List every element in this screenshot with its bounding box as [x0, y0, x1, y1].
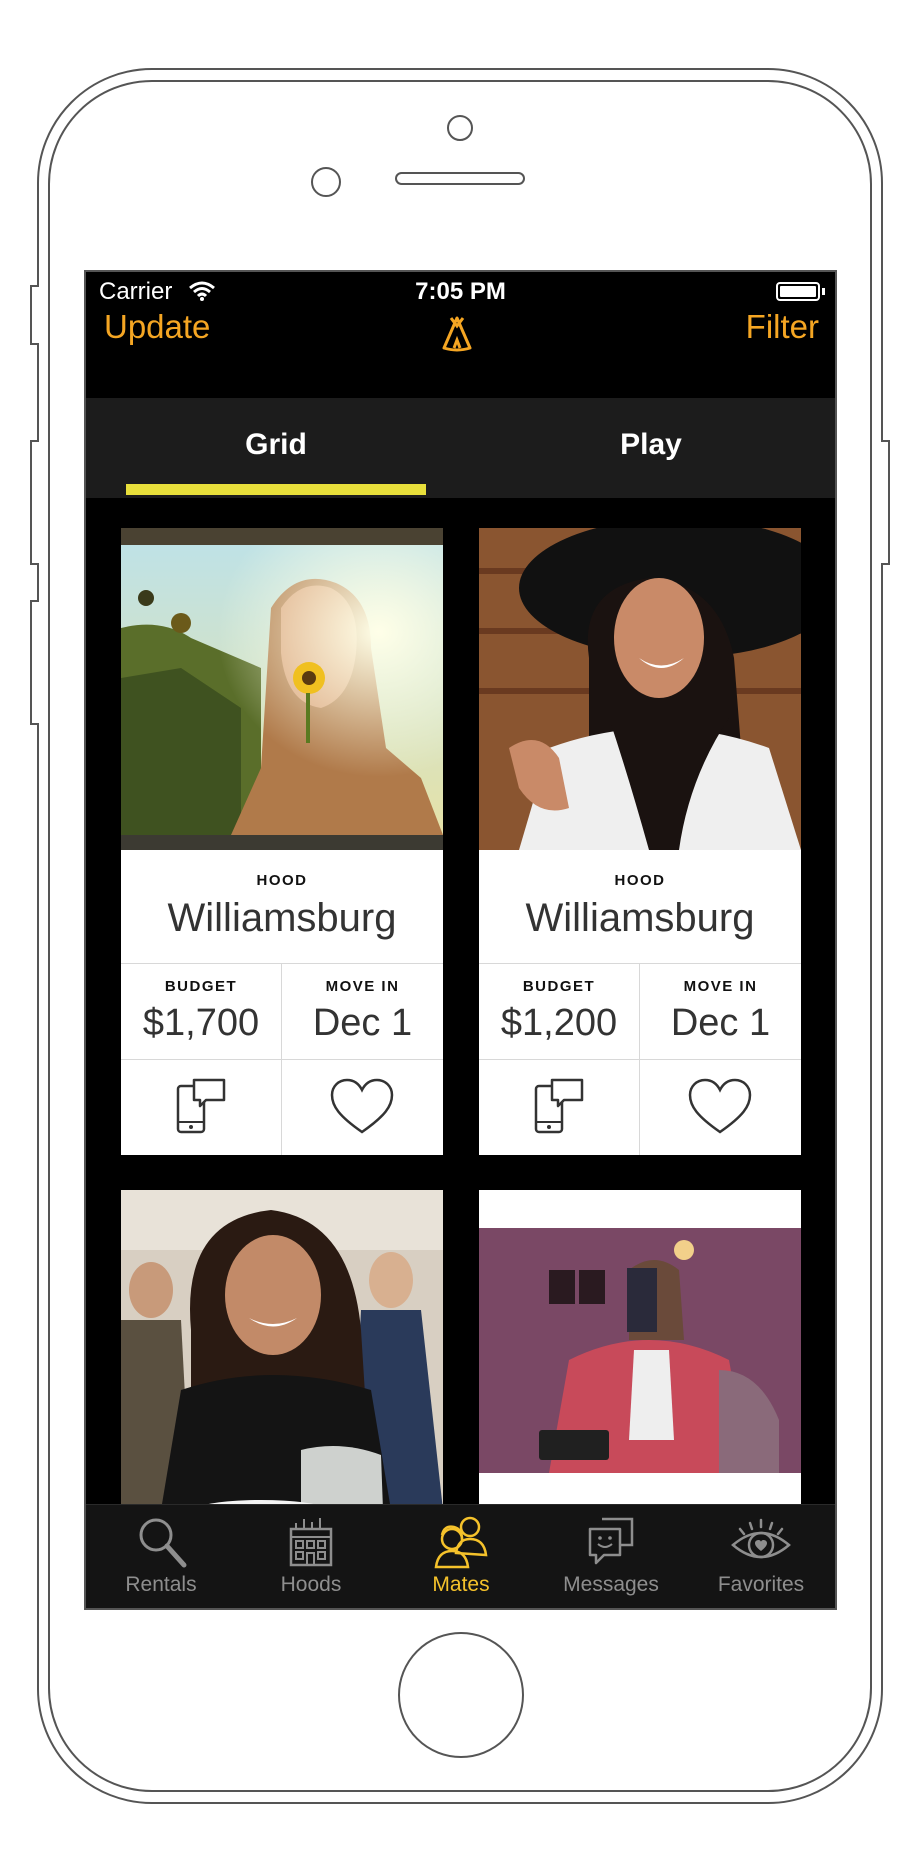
mate-card[interactable]: HOOD Williamsburg BUDGET $1,700 MOVE IN …: [121, 528, 443, 1155]
magnifier-icon: [139, 1518, 187, 1568]
divider: [479, 963, 801, 964]
mate-card[interactable]: [479, 1190, 801, 1510]
segment-tabs: Grid Play: [86, 398, 835, 498]
hood-value: Williamsburg: [525, 896, 755, 940]
active-tab-indicator: [126, 484, 426, 495]
battery-tip: [822, 288, 825, 295]
mate-card[interactable]: [121, 1190, 443, 1510]
tabbar-label: Mates: [432, 1573, 490, 1596]
proximity-sensor: [311, 167, 341, 197]
filter-button[interactable]: Filter: [746, 308, 819, 346]
mate-photo[interactable]: [479, 1190, 801, 1510]
chat-face-icon: [588, 1517, 634, 1565]
mate-photo[interactable]: [121, 1190, 443, 1510]
volume-up-button: [30, 440, 39, 565]
earpiece-speaker: [395, 172, 525, 185]
tabbar-item-mates[interactable]: Mates: [386, 1505, 536, 1608]
message-phone-icon[interactable]: [176, 1078, 226, 1134]
clock: 7:05 PM: [415, 278, 506, 305]
power-button: [881, 440, 890, 565]
front-camera: [447, 115, 473, 141]
divider: [479, 1059, 801, 1060]
divider: [121, 1059, 443, 1060]
tabbar-label: Rentals: [125, 1573, 197, 1596]
tab-play[interactable]: Play: [501, 428, 801, 462]
people-icon: [434, 1516, 488, 1569]
eye-heart-icon: [731, 1518, 791, 1559]
mate-photo[interactable]: [121, 528, 443, 850]
app-screen: Carrier 7:05 PM Update Filter Grid Play: [84, 270, 837, 1610]
hood-label: HOOD: [256, 872, 308, 889]
budget-value: $1,200: [500, 1002, 618, 1044]
building-icon: [289, 1518, 333, 1567]
teepee-icon[interactable]: [440, 314, 474, 354]
mate-photo[interactable]: [479, 528, 801, 850]
budget-label: BUDGET: [164, 978, 238, 995]
volume-down-button: [30, 600, 39, 725]
bottom-tab-bar: Rentals Hoods Mates Messages Favorites: [86, 1504, 835, 1608]
tab-grid[interactable]: Grid: [126, 428, 426, 462]
heart-icon[interactable]: [687, 1078, 753, 1136]
heart-icon[interactable]: [329, 1078, 395, 1136]
status-bar: Carrier 7:05 PM: [86, 272, 835, 312]
tabbar-label: Hoods: [280, 1573, 342, 1596]
home-button[interactable]: [398, 1632, 524, 1758]
battery-icon: [776, 282, 820, 301]
tabbar-label: Favorites: [717, 1573, 805, 1596]
mute-switch: [30, 285, 39, 345]
mate-card[interactable]: HOOD Williamsburg BUDGET $1,200 MOVE IN …: [479, 528, 801, 1155]
hood-label: HOOD: [614, 872, 666, 889]
move-in-label: MOVE IN: [683, 978, 758, 995]
tabbar-label: Messages: [563, 1573, 659, 1596]
tabbar-item-rentals[interactable]: Rentals: [86, 1505, 236, 1608]
tabbar-item-messages[interactable]: Messages: [536, 1505, 686, 1608]
hood-value: Williamsburg: [167, 896, 397, 940]
move-in-label: MOVE IN: [325, 978, 400, 995]
budget-label: BUDGET: [522, 978, 596, 995]
move-in-value: Dec 1: [670, 1002, 771, 1044]
budget-value: $1,700: [142, 1002, 260, 1044]
tabbar-item-hoods[interactable]: Hoods: [236, 1505, 386, 1608]
message-phone-icon[interactable]: [534, 1078, 584, 1134]
tabbar-item-favorites[interactable]: Favorites: [686, 1505, 835, 1608]
move-in-value: Dec 1: [312, 1002, 413, 1044]
update-button[interactable]: Update: [104, 308, 210, 346]
divider: [121, 963, 443, 964]
